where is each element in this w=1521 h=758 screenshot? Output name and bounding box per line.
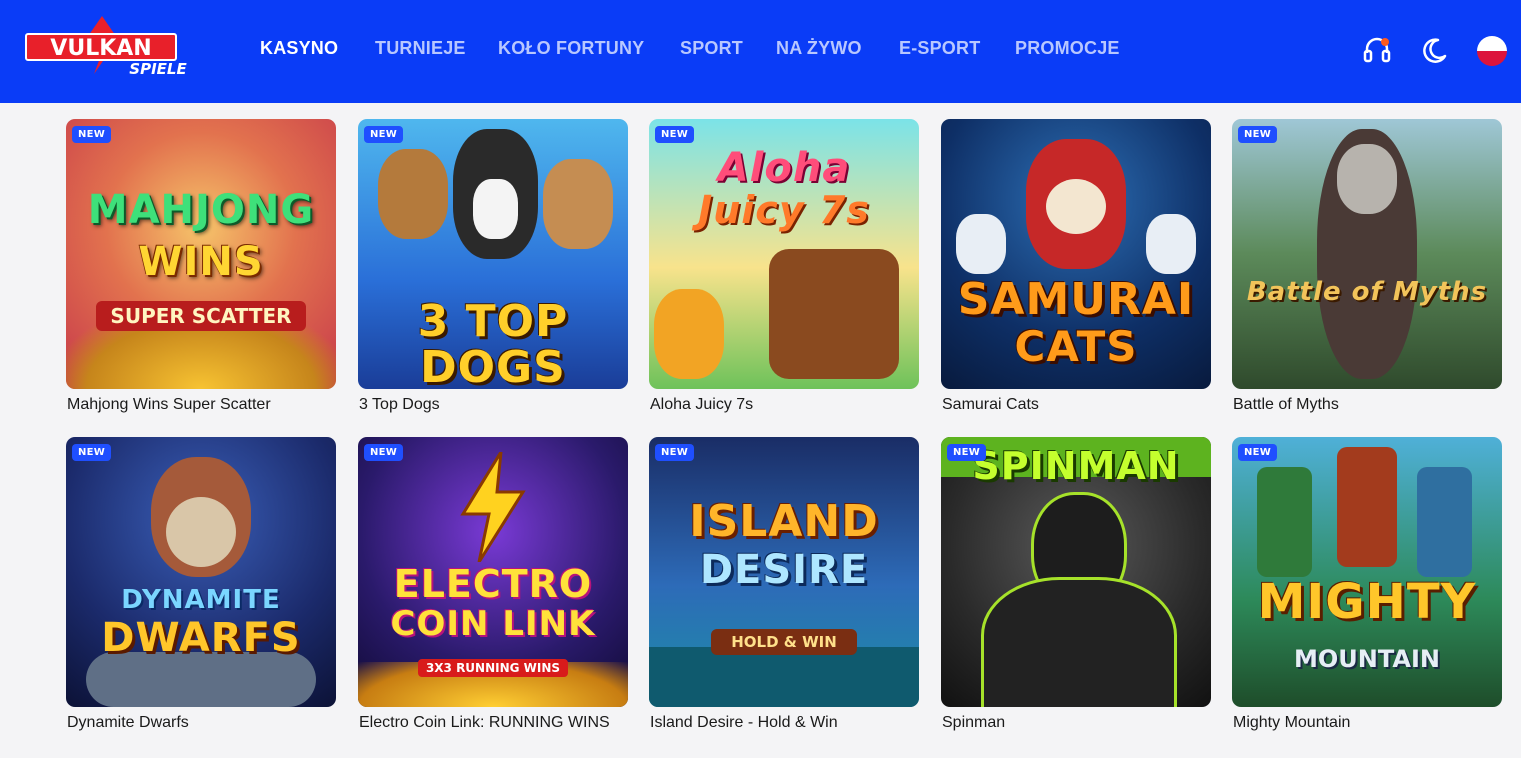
vulkan-spiele-logo[interactable]: VULKAN SPIELE bbox=[24, 12, 204, 82]
logo-text: VULKAN bbox=[50, 36, 151, 61]
game-card-mighty-mountain[interactable]: MIGHTY MOUNTAIN NEW Mighty Mountain bbox=[1232, 437, 1502, 737]
game-thumbnail: MIGHTY MOUNTAIN NEW bbox=[1232, 437, 1502, 707]
nav-turnieje[interactable]: TURNIEJE bbox=[375, 38, 466, 59]
poland-flag-icon[interactable] bbox=[1476, 35, 1508, 67]
art-subtitle: MOUNTAIN bbox=[1294, 645, 1440, 673]
game-thumbnail: Battle of Myths NEW bbox=[1232, 119, 1502, 389]
nav-kasyno[interactable]: KASYNO bbox=[260, 38, 338, 59]
game-card-samurai-cats[interactable]: SAMURAI CATS Samurai Cats bbox=[941, 119, 1211, 419]
art-title-line: Aloha bbox=[717, 145, 851, 191]
new-badge: NEW bbox=[947, 444, 987, 461]
nav-kolo-fortuny[interactable]: KOŁO FORTUNY bbox=[498, 38, 644, 59]
art-title-line: SAMURAI bbox=[957, 274, 1195, 325]
game-card-dynamite-dwarfs[interactable]: DYNAMITE DWARFS NEW Dynamite Dwarfs bbox=[66, 437, 336, 737]
game-title[interactable]: Spinman bbox=[942, 714, 1005, 732]
nav-sport[interactable]: SPORT bbox=[680, 38, 743, 59]
game-thumbnail: ELECTRO COIN LINK 3X3 RUNNING WINS NEW bbox=[358, 437, 628, 707]
art-subtitle: HOLD & WIN bbox=[711, 629, 857, 655]
art-title-line: MIGHTY bbox=[1257, 574, 1477, 630]
game-card-3-top-dogs[interactable]: 3 TOP DOGS NEW 3 Top Dogs bbox=[358, 119, 628, 419]
new-badge: NEW bbox=[655, 126, 695, 143]
game-title[interactable]: Battle of Myths bbox=[1233, 396, 1339, 414]
game-title[interactable]: Mahjong Wins Super Scatter bbox=[67, 396, 271, 414]
game-card-battle-of-myths[interactable]: Battle of Myths NEW Battle of Myths bbox=[1232, 119, 1502, 419]
new-badge: NEW bbox=[655, 444, 695, 461]
game-thumbnail: ISLAND DESIRE HOLD & WIN NEW bbox=[649, 437, 919, 707]
game-thumbnail: Aloha Juicy 7s NEW bbox=[649, 119, 919, 389]
new-badge: NEW bbox=[1238, 444, 1278, 461]
new-badge: NEW bbox=[364, 126, 404, 143]
art-title-line: DESIRE bbox=[699, 547, 869, 593]
art-title-line: COIN LINK bbox=[390, 604, 596, 644]
art-title-line: DWARFS bbox=[101, 615, 301, 661]
nav-e-sport[interactable]: E-SPORT bbox=[899, 38, 980, 59]
game-title[interactable]: 3 Top Dogs bbox=[359, 396, 440, 414]
art-title-line: 3 TOP DOGS bbox=[417, 296, 569, 389]
nav-na-zywo[interactable]: NA ŻYWO bbox=[776, 38, 862, 59]
game-title[interactable]: Samurai Cats bbox=[942, 396, 1039, 414]
art-title-line: ELECTRO bbox=[393, 562, 593, 606]
support-icon[interactable] bbox=[1361, 35, 1393, 67]
nav-promocje[interactable]: PROMOCJE bbox=[1015, 38, 1120, 59]
game-title[interactable]: Aloha Juicy 7s bbox=[650, 396, 753, 414]
game-title[interactable]: Electro Coin Link: RUNNING WINS bbox=[359, 714, 610, 732]
new-badge: NEW bbox=[364, 444, 404, 461]
logo-subtext: SPIELE bbox=[129, 60, 187, 78]
game-thumbnail: SAMURAI CATS bbox=[941, 119, 1211, 389]
game-thumbnail: MAHJONG WINS SUPER SCATTER NEW bbox=[66, 119, 336, 389]
new-badge: NEW bbox=[72, 444, 112, 461]
game-thumbnail: DYNAMITE DWARFS NEW bbox=[66, 437, 336, 707]
art-title-line: MAHJONG bbox=[87, 187, 315, 233]
game-card-electro-coin-link[interactable]: ELECTRO COIN LINK 3X3 RUNNING WINS NEW E… bbox=[358, 437, 628, 737]
art-title-line: CATS bbox=[1014, 322, 1138, 371]
art-title-line: DYNAMITE bbox=[121, 585, 281, 615]
lightning-icon bbox=[460, 452, 526, 562]
art-subtitle: 3X3 RUNNING WINS bbox=[418, 659, 568, 677]
game-card-spinman[interactable]: SPINMAN NEW Spinman bbox=[941, 437, 1211, 737]
moon-icon[interactable] bbox=[1418, 35, 1450, 67]
game-card-aloha-juicy-7s[interactable]: Aloha Juicy 7s NEW Aloha Juicy 7s bbox=[649, 119, 919, 419]
game-title[interactable]: Dynamite Dwarfs bbox=[67, 714, 189, 732]
game-title[interactable]: Mighty Mountain bbox=[1233, 714, 1350, 732]
art-title-line: ISLAND bbox=[689, 496, 879, 547]
art-title-line: WINS bbox=[138, 239, 264, 285]
game-card-island-desire[interactable]: ISLAND DESIRE HOLD & WIN NEW Island Desi… bbox=[649, 437, 919, 737]
game-thumbnail: 3 TOP DOGS NEW bbox=[358, 119, 628, 389]
game-title[interactable]: Island Desire - Hold & Win bbox=[650, 714, 838, 732]
game-card-mahjong-wins[interactable]: MAHJONG WINS SUPER SCATTER NEW Mahjong W… bbox=[66, 119, 336, 419]
game-thumbnail: SPINMAN NEW bbox=[941, 437, 1211, 707]
art-subtitle: SUPER SCATTER bbox=[96, 301, 306, 331]
new-badge: NEW bbox=[1238, 126, 1278, 143]
new-badge: NEW bbox=[72, 126, 112, 143]
top-header: VULKAN SPIELE KASYNO TURNIEJE KOŁO FORTU… bbox=[0, 0, 1521, 103]
art-title-line: Juicy 7s bbox=[698, 188, 870, 232]
art-title-line: Battle of Myths bbox=[1246, 277, 1488, 307]
